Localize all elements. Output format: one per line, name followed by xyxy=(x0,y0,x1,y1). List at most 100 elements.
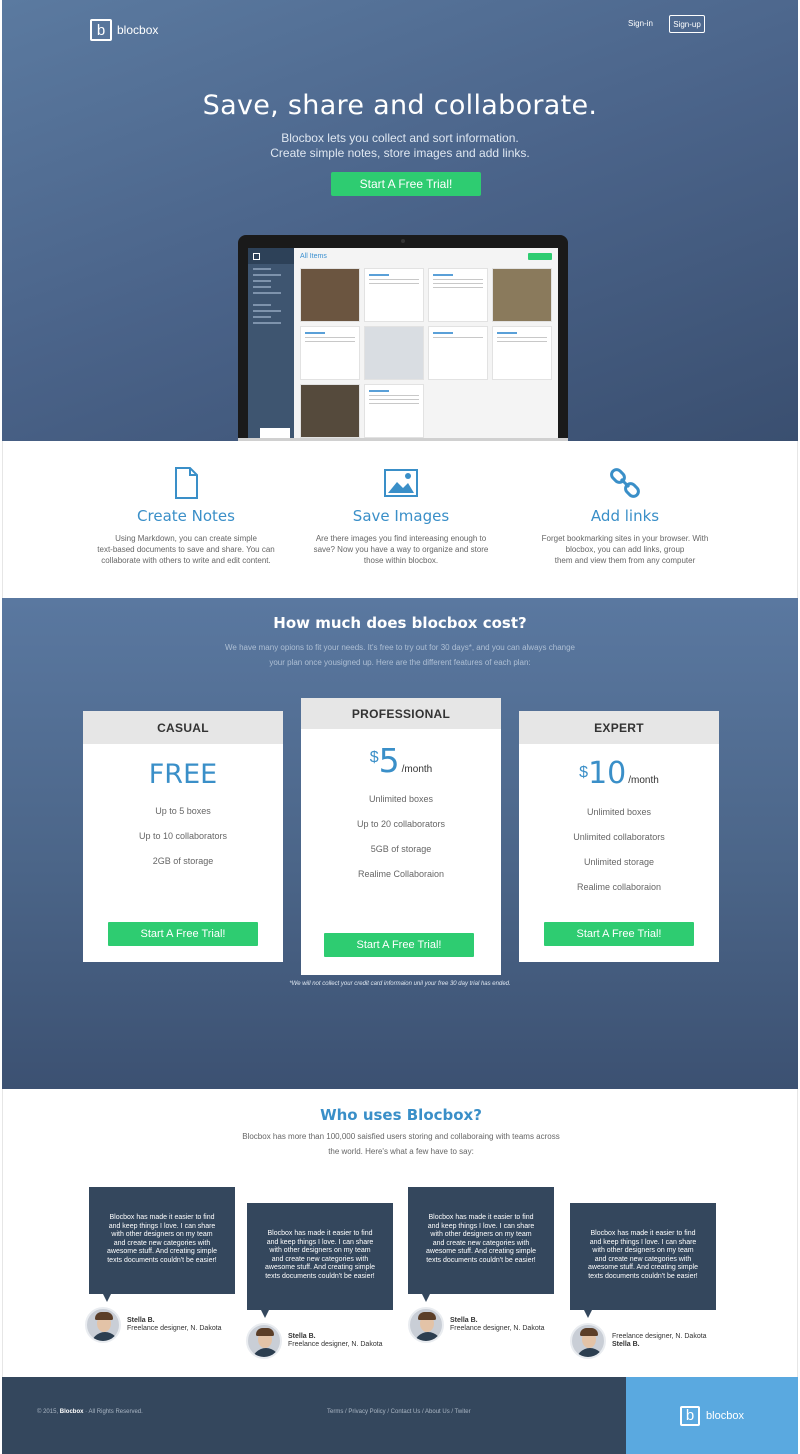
footer-logo[interactable]: b blocbox xyxy=(626,1377,798,1454)
hero-trial-button[interactable]: Start A Free Trial! xyxy=(331,172,481,196)
feature-description: Using Markdown, you can create simple te… xyxy=(97,534,275,565)
plan-name: EXPERT xyxy=(519,711,719,744)
avatar xyxy=(408,1307,444,1343)
testimonial-author: Stella B. Freelance designer, N. Dakota xyxy=(246,1323,383,1359)
hero-subtitle-line: Blocbox lets you collect and sort inform… xyxy=(281,131,519,145)
app-logo-icon xyxy=(253,252,260,260)
plan-trial-button[interactable]: Start A Free Trial! xyxy=(324,933,474,957)
plan-feature: Unlimited storage xyxy=(583,857,655,867)
footer-links[interactable]: Terms / Privacy Policy / Contact Us / Ab… xyxy=(327,1409,471,1415)
plan-period: /month xyxy=(401,764,433,775)
logo-icon: b xyxy=(90,19,112,41)
plan-feature: Unlimited boxes xyxy=(368,794,434,804)
plan-name: PROFESSIONAL xyxy=(301,698,501,729)
hero-subtitle-line: Create simple notes, store images and ad… xyxy=(270,146,530,160)
feature-description: Forget bookmarking sites in your browser… xyxy=(541,534,709,565)
app-card-image xyxy=(364,326,424,380)
sidebar-line xyxy=(253,316,271,318)
plan-trial-button[interactable]: Start A Free Trial! xyxy=(544,922,694,946)
feature-description: Are there images you find intereasing en… xyxy=(313,534,489,565)
signin-link[interactable]: Sign-in xyxy=(628,19,653,28)
plan-price: FREE xyxy=(148,759,218,790)
footer-copyright: © 2015, Blocbox · All Rights Reserved. xyxy=(37,1409,143,1415)
plan-professional: PROFESSIONAL $ 5 /month Unlimited boxes … xyxy=(301,698,501,975)
plan-feature: 2GB of storage xyxy=(152,856,214,866)
app-screenshot: All Items xyxy=(248,248,558,438)
hero-title: Save, share and collaborate. xyxy=(202,90,598,121)
image-icon xyxy=(384,469,418,497)
app-card-image xyxy=(492,268,552,322)
feature-title: Create Notes xyxy=(137,507,235,525)
sidebar-line xyxy=(253,280,271,282)
logo-icon: b xyxy=(680,1405,701,1426)
author-name: Stella B. xyxy=(450,1317,478,1324)
testimonials-section: Who uses Blocbox? Blocbox has more than … xyxy=(2,1089,798,1377)
author-role: Freelance designer, N. Dakota xyxy=(127,1325,222,1332)
plan-amount: 5 xyxy=(378,741,400,780)
document-icon xyxy=(175,467,198,499)
plan-name: CASUAL xyxy=(83,711,283,744)
features-section: Create Notes Using Markdown, you can cre… xyxy=(2,441,798,598)
plan-feature: 5GB of storage xyxy=(370,844,432,854)
app-title: All Items xyxy=(300,253,327,260)
app-sidebar xyxy=(248,248,294,438)
author-role: Freelance designer, N. Dakota xyxy=(612,1333,707,1340)
app-topbar xyxy=(294,248,558,264)
pricing-subtitle: We have many opions to fit your needs. I… xyxy=(224,643,576,667)
plan-price: $ 10 /month xyxy=(519,756,719,791)
plan-currency: $ xyxy=(369,749,379,766)
plan-feature: Unlimited collaborators xyxy=(573,832,665,842)
plan-trial-button[interactable]: Start A Free Trial! xyxy=(108,922,258,946)
app-card-note xyxy=(364,268,424,322)
logo-text: blocbox xyxy=(706,1409,744,1422)
author-name: Stella B. xyxy=(127,1317,155,1324)
sidebar-line xyxy=(253,292,281,294)
plan-feature: Up to 10 collaborators xyxy=(138,831,228,841)
footer: © 2015, Blocbox · All Rights Reserved. T… xyxy=(2,1377,798,1454)
testimonial-author: Freelance designer, N. Dakota Stella B. xyxy=(570,1323,707,1359)
app-add-button xyxy=(528,253,552,260)
testimonials-subtitle: Blocbox has more than 100,000 saisfied u… xyxy=(242,1132,560,1156)
hero-section: b blocbox Sign-in Sign-up Save, share an… xyxy=(2,0,798,441)
app-card-note xyxy=(428,326,488,380)
pricing-section: How much does blocbox cost? We have many… xyxy=(2,598,798,1089)
app-card-image xyxy=(300,268,360,322)
plan-feature: Up to 20 collaborators xyxy=(356,819,446,829)
author-role: Freelance designer, N. Dakota xyxy=(450,1325,545,1332)
pricing-footnote: *We will not collect your credit card in… xyxy=(289,981,511,987)
testimonial-quote: Blocbox has made it easier to find and ke… xyxy=(89,1187,235,1302)
laptop-mockup: All Items xyxy=(238,235,568,441)
avatar xyxy=(85,1307,121,1343)
logo-text: blocbox xyxy=(117,23,159,37)
app-card-note xyxy=(300,326,360,380)
plan-feature: Up to 5 boxes xyxy=(155,806,211,816)
signup-button[interactable]: Sign-up xyxy=(669,15,705,33)
header-logo[interactable]: b blocbox xyxy=(90,19,158,41)
sidebar-line xyxy=(253,268,271,270)
testimonial-quote: Blocbox has made it easier to find and ke… xyxy=(570,1203,716,1318)
feature-title: Save Images xyxy=(352,507,450,525)
testimonial-author: Stella B. Freelance designer, N. Dakota xyxy=(408,1307,545,1343)
sidebar-line xyxy=(253,310,281,312)
laptop-camera xyxy=(401,239,405,243)
plan-feature: Realime Collaboraion xyxy=(357,869,445,879)
testimonial-author: Stella B. Freelance designer, N. Dakota xyxy=(85,1307,222,1343)
avatar xyxy=(570,1323,606,1359)
app-sidebar-footer xyxy=(260,428,290,438)
app-card-note xyxy=(364,384,424,438)
sidebar-line xyxy=(253,286,271,288)
pricing-title: How much does blocbox cost? xyxy=(273,614,527,632)
avatar xyxy=(246,1323,282,1359)
app-sidebar-header xyxy=(248,248,294,264)
link-icon xyxy=(610,468,640,498)
plan-price: $ 5 /month xyxy=(301,741,501,780)
app-card-image xyxy=(300,384,360,438)
feature-title: Add links xyxy=(590,507,660,525)
testimonial-quote: Blocbox has made it easier to find and ke… xyxy=(408,1187,554,1302)
sidebar-line xyxy=(253,304,271,306)
author-name: Stella B. xyxy=(612,1341,640,1348)
author-name: Stella B. xyxy=(288,1333,316,1340)
sidebar-line xyxy=(253,322,281,324)
testimonials-title: Who uses Blocbox? xyxy=(320,1106,482,1124)
app-card-note xyxy=(428,268,488,322)
